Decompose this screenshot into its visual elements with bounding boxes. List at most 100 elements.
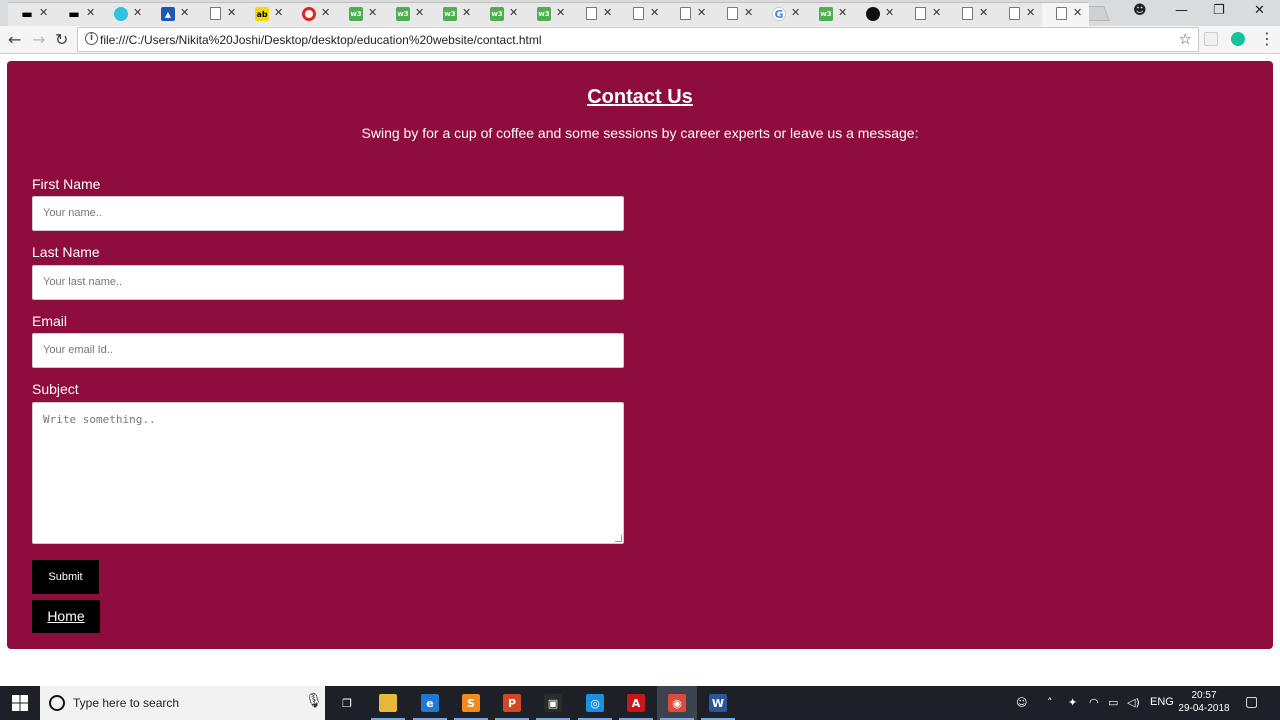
wifi-icon[interactable]: ◠ [1089, 696, 1099, 709]
address-bar[interactable]: i file:///C:/Users/Nikita%20Joshi/Deskto… [77, 27, 1199, 52]
powerpoint-icon: P [503, 694, 521, 712]
task-view-icon: ❐ [342, 696, 352, 710]
resize-grip-icon[interactable] [615, 535, 622, 542]
menu-icon[interactable]: ⋮ [1259, 29, 1275, 48]
close-tab-icon[interactable]: ✕ [885, 6, 894, 19]
home-link[interactable]: Home [32, 600, 100, 633]
sublime-text-taskbar-button[interactable]: S [451, 686, 491, 720]
close-tab-icon[interactable]: ✕ [603, 6, 612, 19]
graduation-cap-icon: ▬ [68, 7, 80, 21]
browser-tab[interactable]: ✕ [901, 2, 948, 26]
w3schools-icon: w3 [819, 7, 833, 21]
browser-tab[interactable]: w3 ✕ [478, 2, 525, 26]
browser-tab[interactable]: ✕ [854, 2, 901, 26]
close-window-button[interactable]: ✕ [1254, 3, 1265, 18]
minimize-button[interactable]: — [1175, 3, 1188, 18]
close-tab-icon[interactable]: ✕ [415, 6, 424, 19]
safari-taskbar-button[interactable]: ◎ [575, 686, 615, 720]
browser-tab[interactable]: ✕ [572, 2, 619, 26]
extension-icon[interactable] [1204, 32, 1218, 46]
start-button[interactable] [0, 686, 40, 720]
forward-arrow-icon[interactable]: → [32, 30, 45, 49]
reload-icon[interactable]: ↻ [55, 30, 68, 49]
word-taskbar-button[interactable]: W [698, 686, 738, 720]
store-taskbar-button[interactable]: ▣ [533, 686, 573, 720]
file-explorer-icon [379, 694, 397, 712]
url-text[interactable]: file:///C:/Users/Nikita%20Joshi/Desktop/… [100, 33, 542, 47]
close-tab-icon[interactable]: ✕ [1026, 6, 1035, 19]
microphone-icon[interactable]: 🎙 [305, 693, 323, 709]
browser-tab[interactable]: ▬ ✕ [8, 2, 55, 26]
close-tab-icon[interactable]: ✕ [368, 6, 377, 19]
close-tab-icon[interactable]: ✕ [133, 6, 142, 19]
close-tab-icon[interactable]: ✕ [556, 6, 565, 19]
browser-tab[interactable]: ✕ [1042, 2, 1089, 26]
people-icon[interactable]: ☺ [1016, 696, 1027, 709]
show-hidden-icons-chevron-icon[interactable]: ˄ [1047, 696, 1053, 709]
profile-icon[interactable]: ☻ [1133, 3, 1147, 18]
close-tab-icon[interactable]: ✕ [791, 6, 800, 19]
browser-tab[interactable]: ✕ [619, 2, 666, 26]
browser-tab[interactable]: ✕ [196, 2, 243, 26]
first-name-input[interactable]: Your name.. [32, 196, 624, 231]
close-tab-icon[interactable]: ✕ [650, 6, 659, 19]
close-tab-icon[interactable]: ✕ [838, 6, 847, 19]
close-tab-icon[interactable]: ✕ [274, 6, 283, 19]
browser-tab[interactable]: ab ✕ [243, 2, 290, 26]
language-indicator[interactable]: ENG [1150, 696, 1174, 708]
email-input[interactable]: Your email Id.. [32, 333, 624, 368]
close-tab-icon[interactable]: ✕ [321, 6, 330, 19]
dropbox-icon[interactable]: ✦ [1068, 696, 1077, 709]
close-tab-icon[interactable]: ✕ [39, 6, 48, 19]
close-tab-icon[interactable]: ✕ [86, 6, 95, 19]
browser-tab[interactable]: ✕ [713, 2, 760, 26]
acrobat-taskbar-button[interactable]: A [616, 686, 656, 720]
first-name-label: First Name [32, 176, 101, 192]
maximize-button[interactable]: ❐ [1213, 3, 1225, 18]
close-tab-icon[interactable]: ✕ [462, 6, 471, 19]
subject-textarea[interactable]: Write something.. [32, 402, 624, 544]
word-icon: W [709, 694, 727, 712]
taskbar-search-box[interactable]: Type here to search 🎙 [40, 686, 325, 720]
volume-icon[interactable]: ◁) [1127, 696, 1140, 709]
browser-tab[interactable]: ✕ [666, 2, 713, 26]
browser-tab[interactable]: ✕ [102, 2, 149, 26]
file-explorer-taskbar-button[interactable] [368, 686, 408, 720]
acrobat-icon: A [627, 694, 645, 712]
edge-taskbar-button[interactable]: e [410, 686, 450, 720]
browser-tab[interactable]: w3 ✕ [431, 2, 478, 26]
last-name-input[interactable]: Your last name.. [32, 265, 624, 300]
bookmark-star-icon[interactable]: ☆ [1179, 30, 1192, 48]
browser-tab[interactable]: w3 ✕ [337, 2, 384, 26]
close-tab-icon[interactable]: ✕ [180, 6, 189, 19]
close-tab-icon[interactable]: ✕ [744, 6, 753, 19]
close-tab-icon[interactable]: ✕ [227, 6, 236, 19]
clock[interactable]: 20:57 29-04-2018 [1172, 689, 1236, 715]
close-tab-icon[interactable]: ✕ [509, 6, 518, 19]
close-tab-icon[interactable]: ✕ [697, 6, 706, 19]
w3schools-icon: w3 [443, 7, 457, 21]
info-icon[interactable]: i [85, 32, 98, 45]
browser-tab[interactable]: ✕ [995, 2, 1042, 26]
browser-tab[interactable]: ✕ [948, 2, 995, 26]
notifications-icon[interactable]: ▢ [1245, 694, 1258, 710]
close-tab-icon[interactable]: ✕ [932, 6, 941, 19]
page-viewport: Contact Us Swing by for a cup of coffee … [0, 54, 1280, 686]
browser-tab[interactable]: G ✕ [760, 2, 807, 26]
browser-tab[interactable]: w3 ✕ [807, 2, 854, 26]
browser-tab[interactable]: w3 ✕ [525, 2, 572, 26]
battery-icon[interactable]: ▭ [1108, 696, 1118, 709]
browser-tab[interactable]: ▬ ✕ [55, 2, 102, 26]
task-view-taskbar-button[interactable]: ❐ [327, 686, 367, 720]
back-arrow-icon[interactable]: ← [8, 30, 21, 49]
browser-tab[interactable]: ✕ [290, 2, 337, 26]
chrome-taskbar-button[interactable]: ◉ [657, 686, 697, 720]
submit-button[interactable]: Submit [32, 560, 99, 594]
browser-tab[interactable]: w3 ✕ [384, 2, 431, 26]
grammarly-icon[interactable] [1231, 32, 1245, 46]
browser-tab[interactable]: ▲ ✕ [149, 2, 196, 26]
powerpoint-taskbar-button[interactable]: P [492, 686, 532, 720]
close-tab-icon[interactable]: ✕ [979, 6, 988, 19]
close-tab-icon[interactable]: ✕ [1073, 6, 1082, 19]
opera-icon [302, 7, 316, 21]
